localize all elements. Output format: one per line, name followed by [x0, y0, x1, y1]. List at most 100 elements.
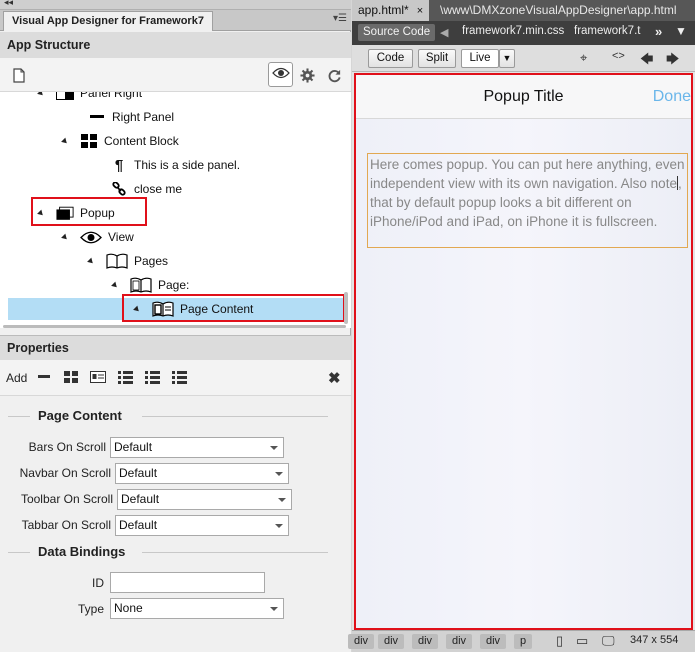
expanded-triangle-icon[interactable] [87, 257, 95, 265]
panel-collapse-strip[interactable]: ◂◂ [0, 0, 351, 10]
add-grid-icon[interactable] [64, 370, 80, 384]
bars-on-scroll-select[interactable]: Default [110, 437, 284, 458]
tree-node-panel-right[interactable]: Panel Right [37, 92, 142, 104]
tablet-size-icon[interactable]: ▭ [576, 633, 588, 649]
chevron-down-icon [278, 498, 286, 502]
type-select[interactable]: None [110, 598, 284, 619]
section-title-data-bindings: Data Bindings [38, 544, 126, 559]
tabbar-on-scroll-select[interactable]: Default [115, 515, 289, 536]
id-input[interactable] [110, 572, 265, 593]
add-divider-icon[interactable] [38, 370, 54, 384]
select-value: None [114, 601, 143, 615]
chevron-down-icon [270, 446, 278, 450]
refresh-icon[interactable] [325, 66, 343, 84]
gear-icon[interactable] [298, 66, 316, 84]
desktop-size-icon[interactable]: 🖵 [602, 633, 615, 649]
code-view-button[interactable]: Code [368, 49, 413, 68]
document-path: \www\DMXzoneVisualAppDesigner\app.html [440, 3, 677, 17]
select-value: Default [121, 492, 160, 506]
navbar-on-scroll-select[interactable]: Default [115, 463, 289, 484]
close-icon[interactable]: ✖ [328, 369, 341, 387]
tree-node-label: Pages [134, 254, 169, 268]
properties-header: Properties [0, 335, 351, 360]
tree-node-view[interactable]: View [61, 226, 134, 248]
add-card-icon[interactable] [90, 370, 106, 384]
phone-size-icon[interactable]: ▯ [556, 633, 563, 649]
window-dimensions[interactable]: 347 x 554 [630, 634, 678, 646]
tag-selector-div[interactable]: div [378, 634, 405, 649]
tree-vertical-scrollbar[interactable] [344, 292, 348, 324]
popup-title: Popup Title [483, 88, 564, 105]
popup-paragraph[interactable]: Here comes popup. You can put here anyth… [367, 153, 688, 248]
live-options-dropdown[interactable]: ▼ [499, 49, 515, 68]
paragraph-icon: ¶ [114, 156, 124, 174]
dash-icon [88, 109, 106, 125]
tree-node-page[interactable]: Page: [111, 274, 190, 296]
tree-node-content-block[interactable]: Content Block [61, 130, 179, 152]
page-icon [130, 277, 152, 293]
panel-tab-visual-app-designer[interactable]: Visual App Designer for Framework7 [3, 11, 213, 31]
back-arrow-icon[interactable]: 🡄 [640, 50, 653, 72]
expanded-triangle-icon[interactable] [111, 281, 119, 289]
toolbar-on-scroll-label: Toolbar On Scroll [20, 492, 113, 506]
split-view-button[interactable]: Split [418, 49, 456, 68]
id-label: ID [92, 576, 104, 590]
tag-selector-p[interactable]: p [514, 634, 533, 649]
type-label: Type [77, 602, 104, 616]
live-view-canvas[interactable]: Popup Title Done Here comes popup. You c… [354, 73, 693, 630]
tab-label: app.html* [358, 3, 409, 17]
chevron-down-icon [275, 524, 283, 528]
chevron-left-icon[interactable]: ◀ [440, 26, 448, 39]
panel-menu-icon[interactable]: ▾☰ [333, 13, 347, 24]
filter-icon[interactable]: ▼ [675, 24, 687, 38]
forward-arrow-icon[interactable]: 🡆 [666, 50, 679, 72]
left-panel: ◂◂ Visual App Designer for Framework7 ▾☰… [0, 0, 351, 652]
related-file-css[interactable]: framework7.min.css [462, 25, 564, 37]
tree-node-side-panel-text[interactable]: ¶ This is a side panel. [110, 154, 240, 176]
add-list-icon[interactable] [118, 370, 134, 384]
tree-node-label: View [108, 230, 134, 244]
add-media-list-icon[interactable] [145, 370, 161, 384]
select-value: Default [119, 518, 158, 532]
app-structure-tree: Panel Right Right Panel Content Block ¶ … [0, 92, 351, 328]
add-label: Add [6, 371, 28, 385]
expanded-triangle-icon[interactable] [37, 92, 45, 97]
chevron-down-icon [270, 607, 278, 611]
section-divider [8, 416, 30, 417]
tab-app-html[interactable]: app.html* × [352, 0, 430, 21]
tree-node-pages[interactable]: Pages [87, 250, 169, 272]
tag-selector-div[interactable]: div [480, 634, 507, 649]
tabbar-on-scroll-label: Tabbar On Scroll [21, 518, 111, 532]
toolbar-on-scroll-select[interactable]: Default [117, 489, 292, 510]
properties-toolbar: Add ✖ [0, 360, 351, 396]
source-code-button[interactable]: Source Code [358, 24, 436, 41]
link-icon [110, 181, 128, 197]
more-files-icon[interactable]: » [655, 24, 662, 39]
done-link[interactable]: Done [653, 88, 691, 106]
blocks-icon [80, 133, 98, 149]
select-value: Default [119, 466, 158, 480]
code-tag-icon[interactable]: <> [612, 50, 625, 62]
navbar-on-scroll-label: Navbar On Scroll [19, 466, 111, 480]
related-file-js[interactable]: framework7.t [574, 25, 640, 37]
toggle-visibility-button[interactable] [268, 62, 293, 87]
new-document-icon[interactable] [10, 66, 28, 84]
related-files-bar: Source Code ◀ framework7.min.css framewo… [352, 21, 695, 45]
tag-selector-div[interactable]: div [412, 634, 439, 649]
inspect-target-icon[interactable]: ⌖ [580, 50, 587, 66]
collapse-arrows-icon[interactable]: ◂◂ [4, 0, 13, 8]
tree-node-label: This is a side panel. [134, 158, 241, 172]
expanded-triangle-icon[interactable] [61, 233, 69, 241]
live-view-button[interactable]: Live [461, 49, 499, 68]
section-divider [142, 416, 328, 417]
add-grouped-list-icon[interactable] [172, 370, 188, 384]
tag-selector-div[interactable]: div [348, 634, 375, 649]
tag-selector-div[interactable]: div [446, 634, 473, 649]
tree-node-right-panel[interactable]: Right Panel [88, 106, 174, 128]
tree-node-label: Page: [158, 278, 190, 292]
expanded-triangle-icon[interactable] [61, 137, 69, 145]
tree-horizontal-scrollbar[interactable] [3, 325, 346, 328]
close-icon[interactable]: × [417, 5, 423, 17]
page-content-highlight-box [122, 294, 345, 322]
tree-node-label: Content Block [104, 134, 179, 148]
